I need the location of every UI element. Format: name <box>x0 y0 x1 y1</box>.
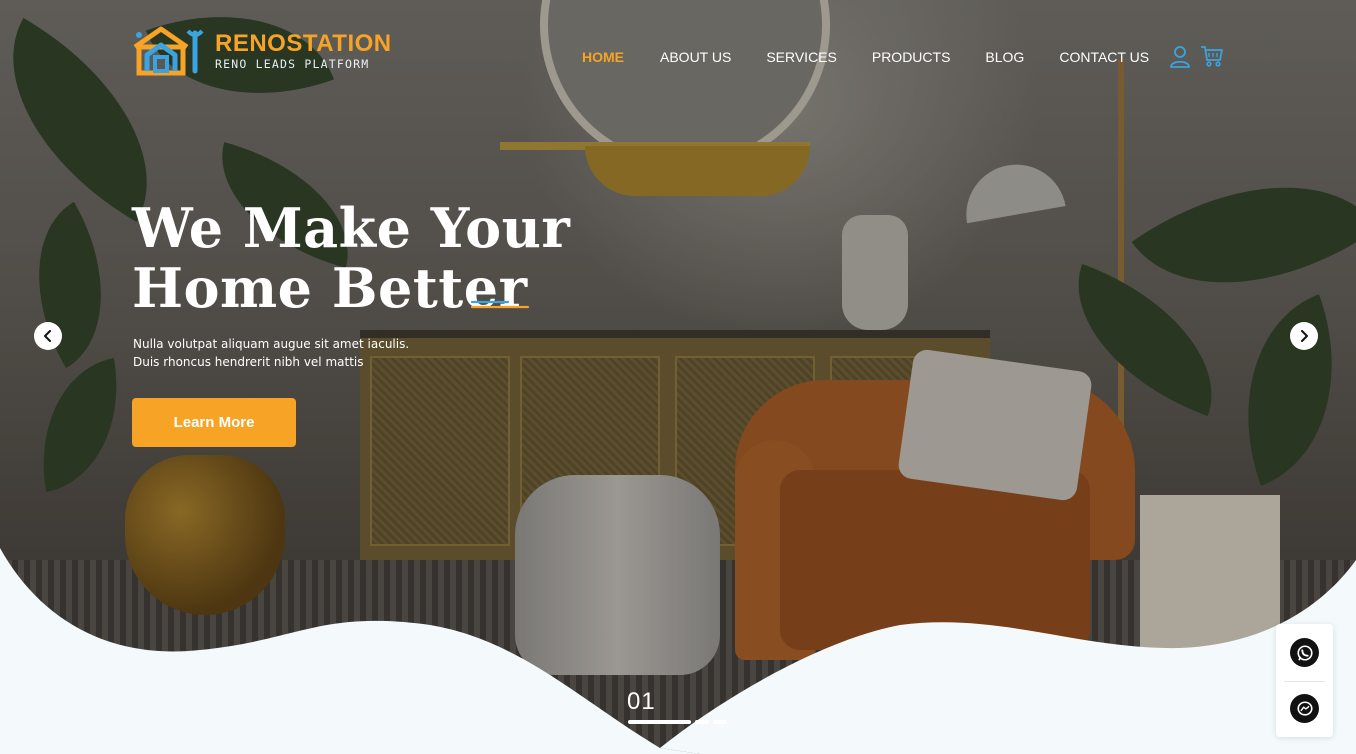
messenger-button[interactable] <box>1290 694 1319 723</box>
chevron-left-icon <box>44 330 51 342</box>
carousel-next-button[interactable] <box>1290 322 1318 350</box>
messenger-icon <box>1296 700 1313 716</box>
user-icon[interactable] <box>1168 44 1192 68</box>
hero-subtitle-line1: Nulla volutpat aliquam augue sit amet ia… <box>133 337 410 351</box>
learn-more-button[interactable]: Learn More <box>132 398 296 447</box>
whatsapp-icon <box>1296 644 1313 661</box>
nav-contact-us[interactable]: CONTACT US <box>1059 48 1149 66</box>
hero-wave-divider <box>0 548 1356 754</box>
slide-indicator-1[interactable] <box>628 720 691 724</box>
slide-indicators <box>628 720 727 724</box>
nav-products[interactable]: PRODUCTS <box>872 48 951 66</box>
header-actions <box>1168 44 1224 68</box>
hero-title-line2: Home Better <box>132 256 528 320</box>
brand-name: RENOSTATION <box>215 30 392 57</box>
slide-indicator-3[interactable] <box>713 720 727 724</box>
brand-tagline: RENO LEADS PLATFORM <box>215 57 370 71</box>
hero-title-line1: We Make Your <box>132 196 571 260</box>
nav-services[interactable]: SERVICES <box>766 48 837 66</box>
cart-icon[interactable] <box>1200 44 1224 68</box>
carousel-prev-button[interactable] <box>34 322 62 350</box>
brand-logo[interactable]: RENOSTATION RENO LEADS PLATFORM <box>131 25 392 77</box>
nav-about-us[interactable]: ABOUT US <box>660 48 731 66</box>
floating-social-widget <box>1276 624 1333 737</box>
whatsapp-button[interactable] <box>1290 638 1319 667</box>
slide-indicator-2[interactable] <box>695 720 709 724</box>
slide-number: 01 <box>627 688 656 715</box>
hero-subtitle: Nulla volutpat aliquam augue sit amet ia… <box>133 335 409 371</box>
nav-blog[interactable]: BLOG <box>985 48 1024 66</box>
chevron-right-icon <box>1301 330 1308 342</box>
nav-home[interactable]: HOME <box>582 48 624 66</box>
house-wrench-logo-icon <box>133 26 204 76</box>
hero-subtitle-line2: Duis rhoncus hendrerit nibh vel mattis <box>133 355 364 369</box>
title-accent-underline <box>470 300 530 309</box>
main-navigation: HOME ABOUT US SERVICES PRODUCTS BLOG CON… <box>582 48 1149 66</box>
home-page: RENOSTATION RENO LEADS PLATFORM HOME ABO… <box>0 0 1356 754</box>
